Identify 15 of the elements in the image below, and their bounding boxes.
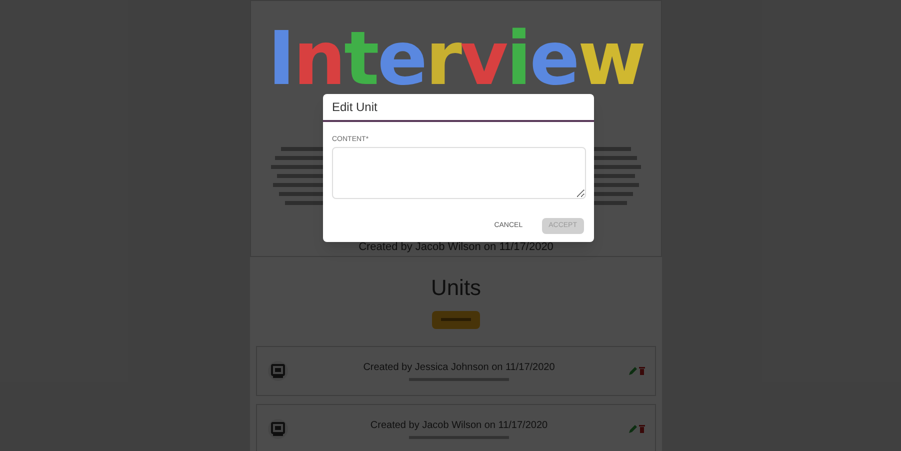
content-field[interactable]: [332, 147, 586, 199]
unit-title: Created by Jacob Wilson on 11/17/2020: [370, 419, 548, 433]
section-heading: Units: [430, 274, 482, 300]
logo-letter: v: [460, 23, 506, 95]
logo-letter: e: [530, 23, 578, 95]
dialog-title: Edit Unit: [323, 94, 594, 122]
unit-title: Created by Jessica Johnson on 11/17/2020: [363, 361, 555, 375]
logo-letter: t: [344, 23, 378, 95]
author-line: Created by Jacob Wilson on 11/17/2020: [358, 240, 554, 255]
logo-letter: w: [578, 23, 644, 95]
logo-letter: r: [426, 23, 460, 95]
logo-letter: I: [268, 23, 294, 95]
logo-letter: i: [506, 23, 530, 95]
logo-letter: n: [293, 23, 344, 95]
logo-letter: e: [377, 23, 426, 95]
